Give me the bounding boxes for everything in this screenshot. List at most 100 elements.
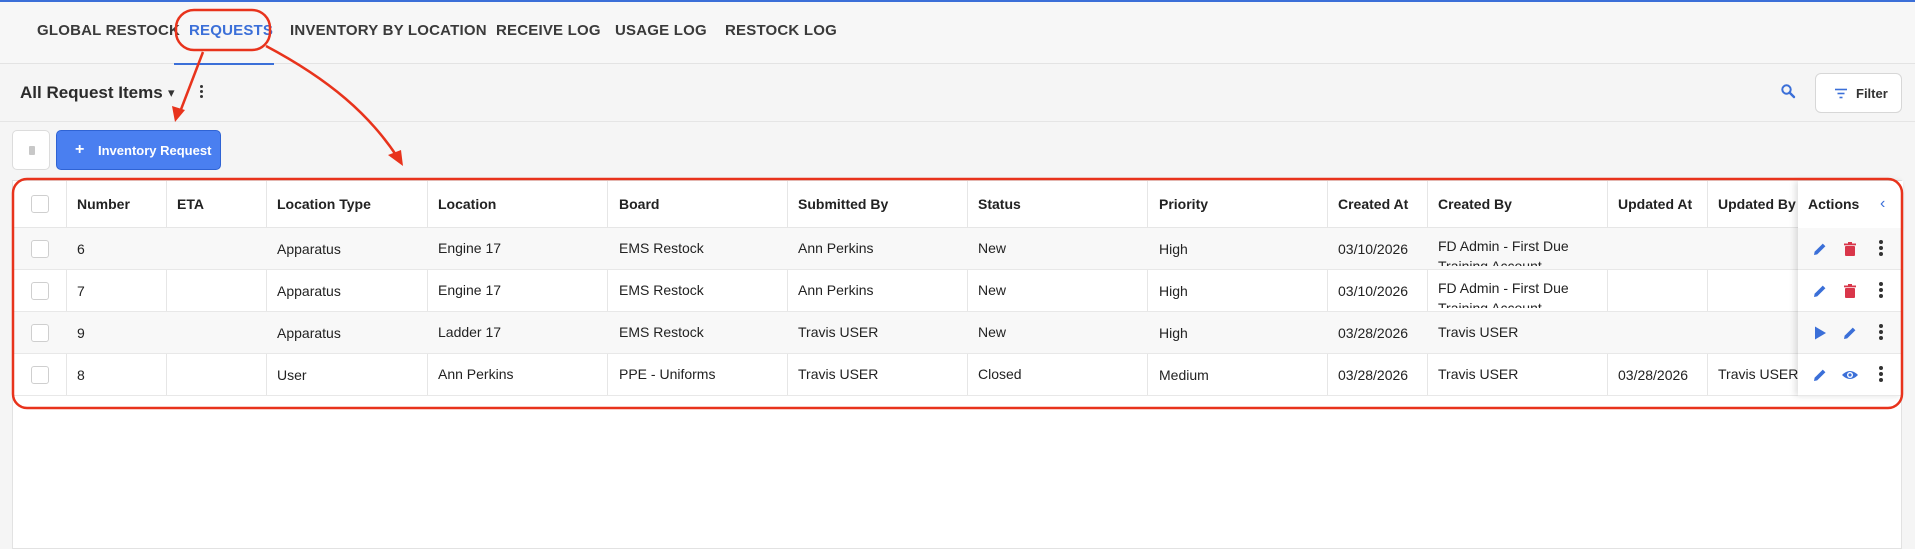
cell-location-type: Apparatus: [277, 241, 341, 257]
column-header-priority[interactable]: Priority: [1159, 196, 1208, 212]
row-checkbox[interactable]: [31, 282, 49, 300]
edit-icon[interactable]: [1811, 240, 1829, 258]
filter-label: Filter: [1856, 86, 1888, 101]
cell-status: New: [978, 282, 1007, 298]
tab-usage-log[interactable]: USAGE LOG: [615, 22, 707, 39]
trash-icon: [29, 146, 35, 155]
view-icon[interactable]: [1841, 366, 1859, 384]
row-actions: [1798, 354, 1903, 396]
cell-status: New: [978, 240, 1007, 256]
cell-location: Ann Perkins: [438, 366, 514, 382]
row-checkbox[interactable]: [31, 324, 49, 342]
table-row[interactable]: 7 Apparatus Engine 17 EMS Restock Ann Pe…: [13, 270, 1903, 312]
caret-down-icon[interactable]: ▾: [168, 85, 175, 101]
cell-location-type: Apparatus: [277, 325, 341, 341]
cell-location: Engine 17: [438, 240, 502, 256]
cell-created-at: 03/28/2026: [1338, 367, 1409, 383]
cell-priority: Medium: [1159, 367, 1209, 383]
column-header-updated-at[interactable]: Updated At: [1618, 196, 1692, 212]
cell-location: Engine 17: [438, 282, 502, 298]
column-header-submitted-by[interactable]: Submitted By: [798, 196, 888, 212]
tab-global-restock[interactable]: GLOBAL RESTOCK: [37, 22, 180, 39]
column-header-created-by[interactable]: Created By: [1438, 196, 1512, 212]
column-header-board[interactable]: Board: [619, 196, 659, 212]
column-header-location-type[interactable]: Location Type: [277, 196, 371, 212]
row-actions: [1798, 228, 1903, 270]
cell-submitted-by: Ann Perkins: [798, 282, 874, 298]
column-header-created-at[interactable]: Created At: [1338, 196, 1408, 212]
row-actions: [1798, 270, 1903, 312]
plus-icon: +: [75, 141, 85, 158]
filter-icon: [1835, 88, 1847, 99]
search-icon[interactable]: [1780, 83, 1796, 99]
tab-bar: GLOBAL RESTOCK REQUESTS INVENTORY BY LOC…: [0, 0, 1915, 65]
table-row[interactable]: 8 User Ann Perkins PPE - Uniforms Travis…: [13, 354, 1903, 396]
row-checkbox[interactable]: [31, 366, 49, 384]
cell-board: EMS Restock: [619, 282, 704, 298]
table-row[interactable]: 6 Apparatus Engine 17 EMS Restock Ann Pe…: [13, 228, 1903, 270]
column-header-number[interactable]: Number: [77, 196, 130, 212]
column-header-status[interactable]: Status: [978, 196, 1021, 212]
cell-number: 7: [77, 283, 85, 299]
tab-restock-log[interactable]: RESTOCK LOG: [725, 22, 837, 39]
more-options-icon[interactable]: [1878, 366, 1884, 384]
cell-created-by: Travis USER: [1438, 366, 1519, 382]
cell-submitted-by: Ann Perkins: [798, 240, 874, 256]
play-icon[interactable]: [1811, 324, 1829, 342]
requests-table: Number ETA Location Type Location Board …: [12, 180, 1903, 549]
cell-status: New: [978, 324, 1007, 340]
column-header-location[interactable]: Location: [438, 196, 496, 212]
list-toolbar: All Request Items ▾ Filter: [0, 65, 1915, 122]
bulk-action-button[interactable]: [12, 130, 50, 170]
cell-created-by: FD Admin - First Due Training Account: [1438, 238, 1569, 266]
cell-submitted-by: Travis USER: [798, 366, 879, 382]
cell-created-at: 03/10/2026: [1338, 283, 1409, 299]
cell-number: 9: [77, 325, 85, 341]
actions-column: Actions ‹: [1798, 181, 1903, 396]
filter-button[interactable]: Filter: [1815, 73, 1902, 113]
cell-priority: High: [1159, 283, 1188, 299]
row-actions: [1798, 312, 1903, 354]
more-options-icon[interactable]: [1878, 240, 1884, 258]
column-header-updated-by[interactable]: Updated By: [1718, 196, 1796, 212]
tab-requests[interactable]: REQUESTS: [189, 22, 273, 39]
column-header-eta[interactable]: ETA: [177, 196, 204, 212]
cell-status: Closed: [978, 366, 1022, 382]
cell-submitted-by: Travis USER: [798, 324, 879, 340]
delete-icon[interactable]: [1841, 240, 1859, 258]
cell-board: EMS Restock: [619, 324, 704, 340]
cell-updated-at: 03/28/2026: [1618, 367, 1689, 383]
cell-number: 8: [77, 367, 85, 383]
row-checkbox[interactable]: [31, 240, 49, 258]
cell-location-type: Apparatus: [277, 283, 341, 299]
cell-priority: High: [1159, 325, 1188, 341]
cell-created-at: 03/28/2026: [1338, 325, 1409, 341]
cell-location-type: User: [277, 367, 307, 383]
table-header: Number ETA Location Type Location Board …: [13, 181, 1903, 228]
view-options-icon[interactable]: [199, 85, 205, 99]
add-inventory-request-button[interactable]: + Inventory Request: [56, 130, 221, 170]
add-inventory-request-label: Inventory Request: [98, 143, 212, 158]
cell-location: Ladder 17: [438, 324, 502, 340]
select-all-checkbox[interactable]: [31, 195, 49, 213]
more-options-icon[interactable]: [1878, 324, 1884, 342]
cell-updated-by: Travis USER: [1718, 366, 1799, 382]
tab-inventory-by-location[interactable]: INVENTORY BY LOCATION: [290, 22, 487, 39]
table-row[interactable]: 9 Apparatus Ladder 17 EMS Restock Travis…: [13, 312, 1903, 354]
cell-created-by: FD Admin - First Due Training Account: [1438, 280, 1569, 308]
tab-receive-log[interactable]: RECEIVE LOG: [496, 22, 601, 39]
cell-board: EMS Restock: [619, 240, 704, 256]
edit-icon[interactable]: [1811, 282, 1829, 300]
column-header-actions: Actions: [1808, 196, 1860, 212]
edit-icon[interactable]: [1811, 366, 1829, 384]
cell-created-by: Travis USER: [1438, 324, 1519, 340]
view-selector-title[interactable]: All Request Items: [20, 83, 163, 103]
more-options-icon[interactable]: [1878, 282, 1884, 300]
delete-icon[interactable]: [1841, 282, 1859, 300]
cell-priority: High: [1159, 241, 1188, 257]
cell-number: 6: [77, 241, 85, 257]
edit-icon[interactable]: [1841, 324, 1859, 342]
collapse-chevron-icon[interactable]: ‹: [1880, 195, 1885, 213]
cell-board: PPE - Uniforms: [619, 366, 716, 382]
cell-created-at: 03/10/2026: [1338, 241, 1409, 257]
